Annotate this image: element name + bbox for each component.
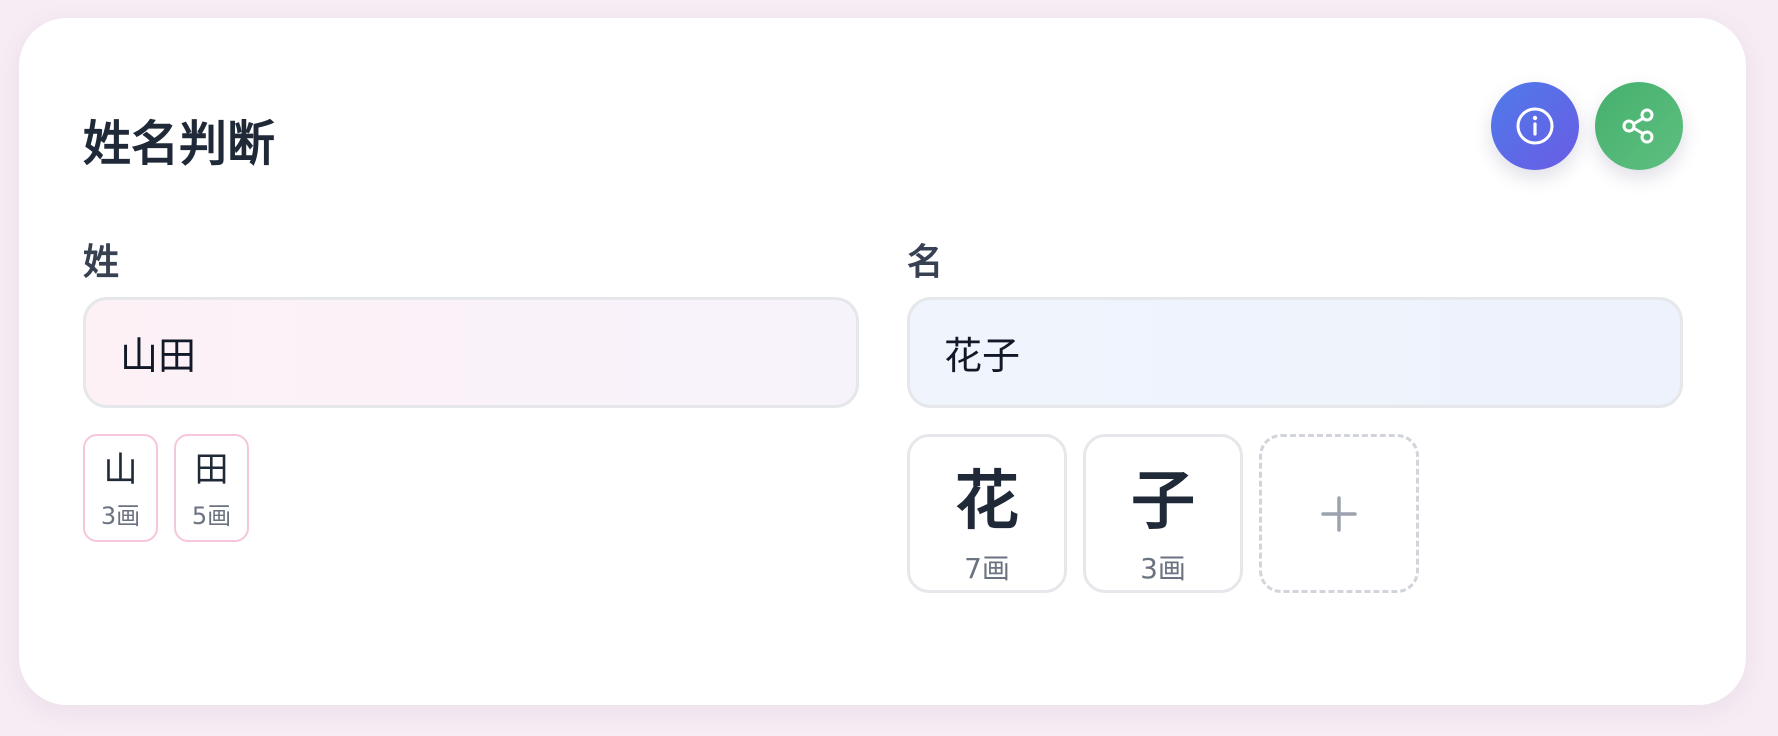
- surname-char-tile[interactable]: 山 3画: [83, 434, 158, 542]
- stroke-count: 3画: [100, 502, 141, 530]
- char-glyph: 山: [103, 450, 138, 490]
- surname-label: 姓: [83, 242, 120, 283]
- char-glyph: 田: [194, 450, 229, 490]
- plus-icon: [1321, 495, 1357, 532]
- share-icon: [1622, 108, 1654, 144]
- add-char-button[interactable]: [1259, 434, 1419, 593]
- stroke-count: 7画: [964, 552, 1010, 585]
- given-name-char-tile[interactable]: 花 7画: [907, 434, 1067, 593]
- char-glyph: 子: [1131, 465, 1195, 539]
- given-name-input[interactable]: [907, 297, 1683, 408]
- info-button[interactable]: [1491, 82, 1579, 170]
- info-icon: [1516, 107, 1554, 145]
- stroke-count: 3画: [1140, 552, 1186, 585]
- name-judgement-card: 姓名判断 姓 山 3画 田 5画 名 花 7画 子 3画: [19, 18, 1746, 705]
- surname-input[interactable]: [83, 297, 859, 408]
- share-button[interactable]: [1595, 82, 1683, 170]
- given-name-label: 名: [907, 242, 944, 283]
- stroke-count: 5画: [191, 502, 232, 530]
- surname-char-tile[interactable]: 田 5画: [174, 434, 249, 542]
- page-title: 姓名判断: [83, 116, 276, 172]
- given-name-char-tile[interactable]: 子 3画: [1083, 434, 1243, 593]
- char-glyph: 花: [955, 465, 1019, 539]
